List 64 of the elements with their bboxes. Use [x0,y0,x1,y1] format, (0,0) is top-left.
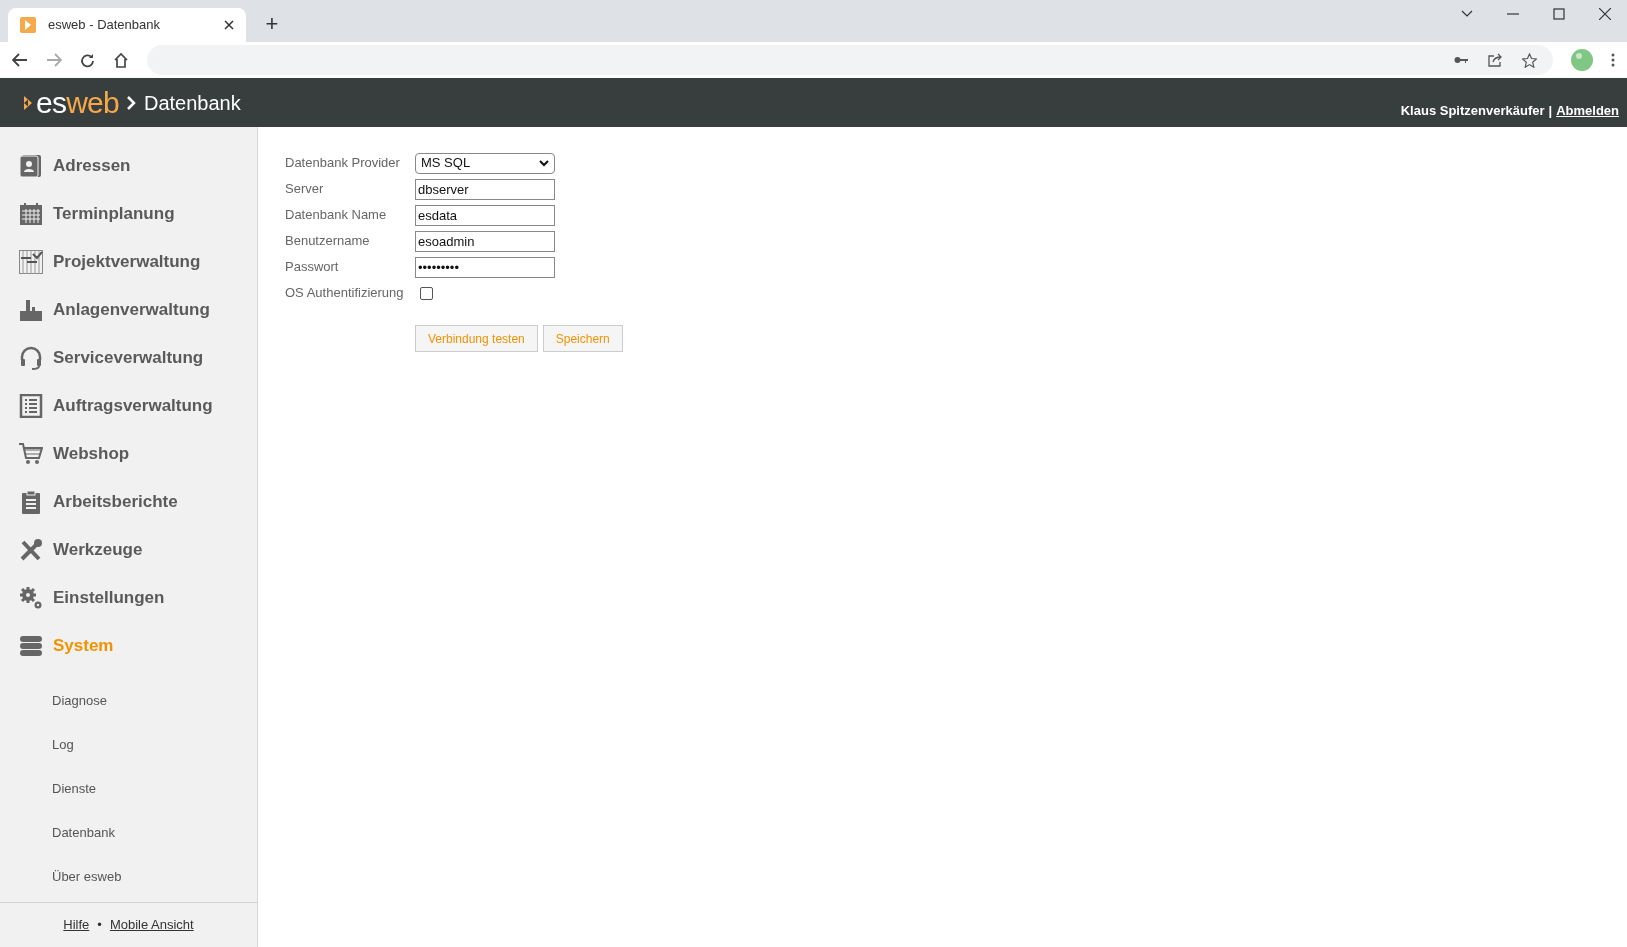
field-label: Benutzername [285,232,371,251]
sidebar-item[interactable]: Einstellungen [0,574,257,622]
submenu-item[interactable]: Dienste [0,767,257,811]
checkbox[interactable] [420,286,433,300]
sidebar-item[interactable]: Arbeitsberichte [0,478,257,526]
field-label: Server [285,180,325,199]
sidebar-item-icon [19,154,43,178]
home-icon[interactable] [113,52,129,68]
reload-icon[interactable] [80,52,95,68]
chevron-right-icon [127,95,136,110]
browser-tab[interactable]: esweb - Datenbank [8,8,246,42]
sidebar-item-icon [19,442,43,466]
sidebar-item[interactable]: Serviceverwaltung [0,334,257,382]
logo-arrow-icon [24,95,34,110]
sidebar-item-icon [19,586,43,610]
esweb-logo[interactable]: esweb [24,87,119,118]
favicon-icon [20,17,36,33]
field-label: OS Authentifizierung [285,284,405,303]
submenu-item[interactable]: Log [0,723,257,767]
field-label: Datenbank Provider [285,154,401,173]
separator-dot: • [97,916,102,935]
sidebar-item-icon [19,298,43,322]
chevron-down-icon[interactable] [1461,10,1473,18]
input-field[interactable]: esoadmin [415,230,555,252]
close-icon[interactable] [224,20,234,30]
sidebar-item[interactable]: Werkzeuge [0,526,257,574]
sidebar-item-icon [19,538,43,562]
sidebar-item[interactable]: Anlagenverwaltung [0,286,257,334]
submenu-item[interactable]: Datenbank [0,811,257,855]
new-tab-button[interactable]: + [258,10,286,38]
input-field[interactable]: esdata [415,204,555,226]
key-icon[interactable] [1454,56,1468,64]
star-icon[interactable] [1522,52,1537,68]
input-field[interactable]: dbserver [415,178,555,200]
sidebar-item[interactable]: Terminplanung [0,190,257,238]
sidebar-item-icon [19,250,43,274]
field-label: Passwort [285,258,340,277]
maximize-icon[interactable] [1553,8,1565,20]
footer-link[interactable]: Mobile Ansicht [109,915,194,935]
logout-link[interactable]: Abmelden [1556,100,1619,120]
more-menu-icon[interactable] [1611,53,1615,67]
sidebar-item[interactable]: Projektverwaltung [0,238,257,286]
share-icon[interactable] [1488,53,1502,67]
breadcrumb-title: Datenbank [144,90,241,116]
sidebar-item-icon [19,346,43,370]
footer-link[interactable]: Hilfe [63,915,90,935]
field-label: Datenbank Name [285,206,388,225]
provider-dropdown[interactable]: MS SQL [415,152,555,174]
user-name: Klaus Spitzenverkäufer [1400,101,1545,120]
sidebar-item-icon [19,394,43,418]
sidebar-item-icon [19,490,43,514]
sidebar-item[interactable]: Auftragsverwaltung [0,382,257,430]
sidebar-item[interactable]: Adressen [0,142,257,190]
submenu-item[interactable]: Über esweb [0,855,257,899]
back-arrow-icon[interactable] [12,53,28,67]
sidebar-item-icon [19,202,43,226]
sidebar-item-icon [19,634,43,658]
chevron-down-icon [539,159,549,167]
sidebar-item[interactable]: Webshop [0,430,257,478]
separator-text: | [1548,101,1553,120]
close-icon[interactable] [1599,8,1611,20]
tab-title: esweb - Datenbank [48,16,161,35]
input-field[interactable]: ••••••••• [415,256,555,278]
submenu-item[interactable]: Diagnose [0,679,257,723]
